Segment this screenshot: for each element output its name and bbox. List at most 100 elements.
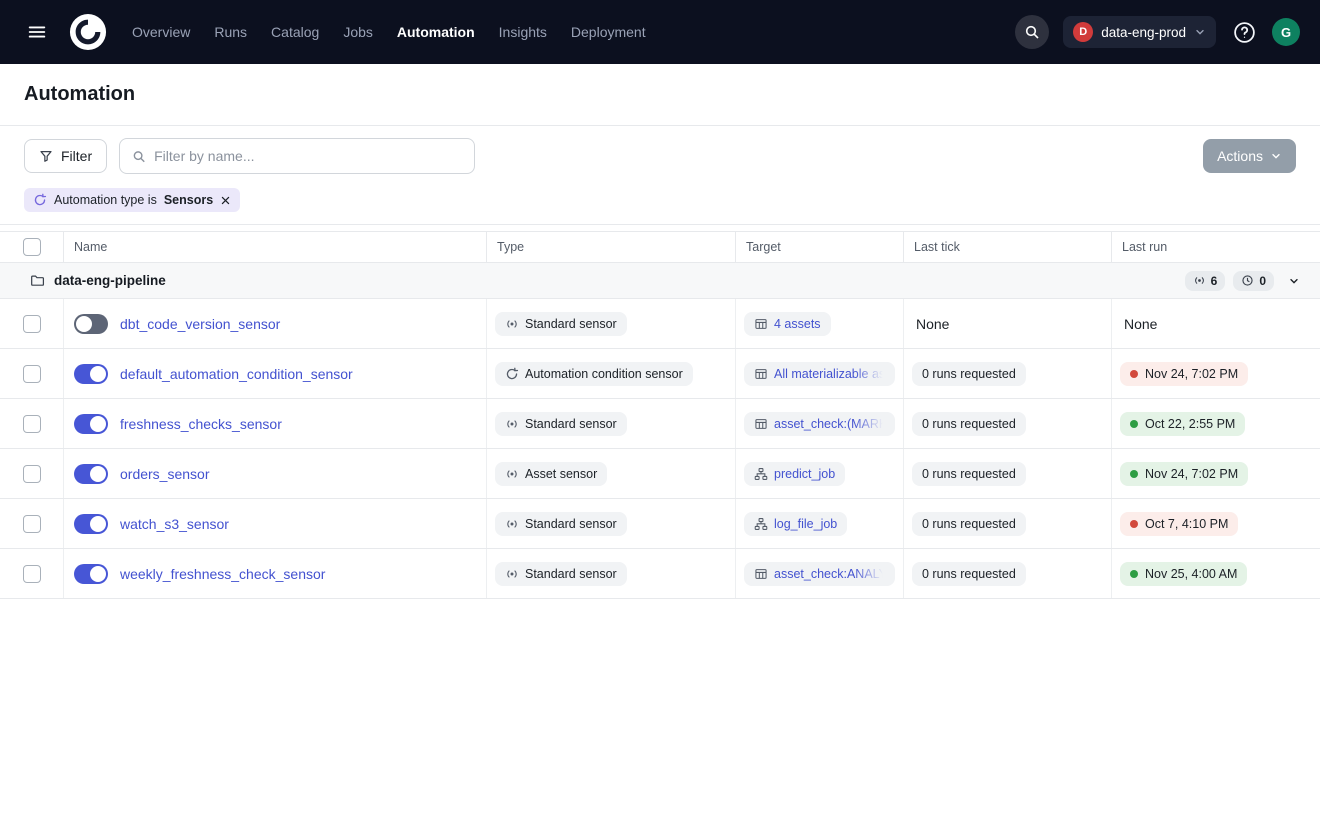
funnel-icon — [39, 149, 53, 163]
filter-button[interactable]: Filter — [24, 139, 107, 173]
last-run-link[interactable]: Nov 24, 7:02 PM — [1120, 362, 1248, 386]
sensor-toggle[interactable] — [74, 514, 108, 534]
asset-icon — [754, 417, 768, 431]
repo-group-row: data-eng-pipeline 6 0 — [0, 263, 1320, 299]
help-icon[interactable] — [1230, 18, 1258, 46]
sensor-icon — [505, 567, 519, 581]
nav-item-catalog[interactable]: Catalog — [271, 24, 319, 40]
last-tick-badge: 0 runs requested — [912, 362, 1026, 386]
table-row: weekly_freshness_check_sensor Standard s… — [0, 549, 1320, 599]
row-checkbox[interactable] — [23, 365, 41, 383]
sensor-toggle[interactable] — [74, 314, 108, 334]
target-link[interactable]: asset_check:ANALY — [744, 562, 895, 586]
main-nav: Overview Runs Catalog Jobs Automation In… — [132, 24, 646, 40]
sensor-count-badge: 6 — [1185, 271, 1226, 291]
sensor-icon — [505, 317, 519, 331]
last-tick-badge: 0 runs requested — [912, 562, 1026, 586]
collapse-group-icon[interactable] — [1282, 273, 1306, 289]
chevron-down-icon — [1194, 26, 1206, 38]
deployment-name: data-eng-prod — [1101, 25, 1186, 40]
search-input[interactable] — [154, 148, 462, 164]
menu-icon[interactable] — [20, 15, 54, 49]
table-header: Name Type Target Last tick Last run — [0, 232, 1320, 263]
filter-button-label: Filter — [61, 148, 92, 164]
nav-item-runs[interactable]: Runs — [214, 24, 247, 40]
row-checkbox[interactable] — [23, 465, 41, 483]
select-all-checkbox[interactable] — [23, 238, 41, 256]
nav-right-cluster: D data-eng-prod G — [1015, 15, 1300, 49]
search-icon[interactable] — [1015, 15, 1049, 49]
target-link[interactable]: log_file_job — [744, 512, 847, 536]
target-link[interactable]: 4 assets — [744, 312, 831, 336]
search-icon — [132, 149, 146, 164]
nav-item-jobs[interactable]: Jobs — [343, 24, 373, 40]
deployment-selector[interactable]: D data-eng-prod — [1063, 16, 1216, 48]
filter-chip-value: Sensors — [164, 193, 213, 207]
sensor-toggle[interactable] — [74, 414, 108, 434]
job-icon — [754, 517, 768, 531]
repo-group-name: data-eng-pipeline — [54, 273, 166, 288]
sensors-table: Name Type Target Last tick Last run data… — [0, 231, 1320, 599]
sensor-name-link[interactable]: watch_s3_sensor — [120, 516, 229, 532]
sensor-toggle[interactable] — [74, 364, 108, 384]
sensor-type-badge: Asset sensor — [495, 462, 607, 486]
nav-item-insights[interactable]: Insights — [499, 24, 547, 40]
run-status-dot — [1130, 570, 1138, 578]
sensor-name-link[interactable]: weekly_freshness_check_sensor — [120, 566, 325, 582]
last-tick-badge: 0 runs requested — [912, 462, 1026, 486]
name-filter-searchbox — [119, 138, 475, 174]
target-link[interactable]: All materializable as — [744, 362, 895, 386]
actions-button-label: Actions — [1217, 148, 1263, 164]
filter-chip-automation-type: Automation type is Sensors — [24, 188, 240, 212]
sensor-name-link[interactable]: default_automation_condition_sensor — [120, 366, 353, 382]
nav-item-overview[interactable]: Overview — [132, 24, 190, 40]
asset-icon — [754, 317, 768, 331]
target-link[interactable]: asset_check:(MARK — [744, 412, 895, 436]
asset-icon — [754, 367, 768, 381]
automation-icon — [33, 193, 47, 207]
last-run-value: None — [1120, 316, 1157, 332]
last-run-link[interactable]: Nov 25, 4:00 AM — [1120, 562, 1247, 586]
row-checkbox[interactable] — [23, 515, 41, 533]
header-type: Type — [487, 232, 736, 262]
last-run-link[interactable]: Nov 24, 7:02 PM — [1120, 462, 1248, 486]
last-tick-badge: 0 runs requested — [912, 512, 1026, 536]
table-row: orders_sensor Asset sensor predict_job 0… — [0, 449, 1320, 499]
row-checkbox[interactable] — [23, 415, 41, 433]
sensor-icon — [1193, 274, 1206, 287]
target-link[interactable]: predict_job — [744, 462, 845, 486]
sensor-type-badge: Standard sensor — [495, 562, 627, 586]
table-row: freshness_checks_sensor Standard sensor … — [0, 399, 1320, 449]
last-run-link[interactable]: Oct 7, 4:10 PM — [1120, 512, 1238, 536]
dagster-logo-icon[interactable] — [68, 12, 108, 52]
sensor-name-link[interactable]: orders_sensor — [120, 466, 210, 482]
header-last-run: Last run — [1112, 232, 1320, 262]
sensor-type-badge: Standard sensor — [495, 312, 627, 336]
sensor-icon — [505, 467, 519, 481]
row-checkbox[interactable] — [23, 565, 41, 583]
table-row: dbt_code_version_sensor Standard sensor … — [0, 299, 1320, 349]
actions-button[interactable]: Actions — [1203, 139, 1296, 173]
chevron-down-icon — [1270, 150, 1282, 162]
top-nav: Overview Runs Catalog Jobs Automation In… — [0, 0, 1320, 64]
page-title: Automation — [24, 83, 1296, 106]
sensor-name-link[interactable]: freshness_checks_sensor — [120, 416, 282, 432]
nav-item-deployment[interactable]: Deployment — [571, 24, 646, 40]
sensor-icon — [505, 417, 519, 431]
run-status-dot — [1130, 370, 1138, 378]
clock-icon — [1241, 274, 1254, 287]
sensor-toggle[interactable] — [74, 464, 108, 484]
run-status-dot — [1130, 470, 1138, 478]
header-last-tick: Last tick — [904, 232, 1112, 262]
run-status-dot — [1130, 520, 1138, 528]
last-run-link[interactable]: Oct 22, 2:55 PM — [1120, 412, 1245, 436]
sensor-name-link[interactable]: dbt_code_version_sensor — [120, 316, 280, 332]
header-name: Name — [64, 232, 487, 262]
sensor-toggle[interactable] — [74, 564, 108, 584]
nav-item-automation[interactable]: Automation — [397, 24, 475, 40]
last-tick-badge: 0 runs requested — [912, 412, 1026, 436]
user-avatar[interactable]: G — [1272, 18, 1300, 46]
row-checkbox[interactable] — [23, 315, 41, 333]
sensor-type-badge: Standard sensor — [495, 512, 627, 536]
close-icon[interactable] — [220, 195, 231, 206]
